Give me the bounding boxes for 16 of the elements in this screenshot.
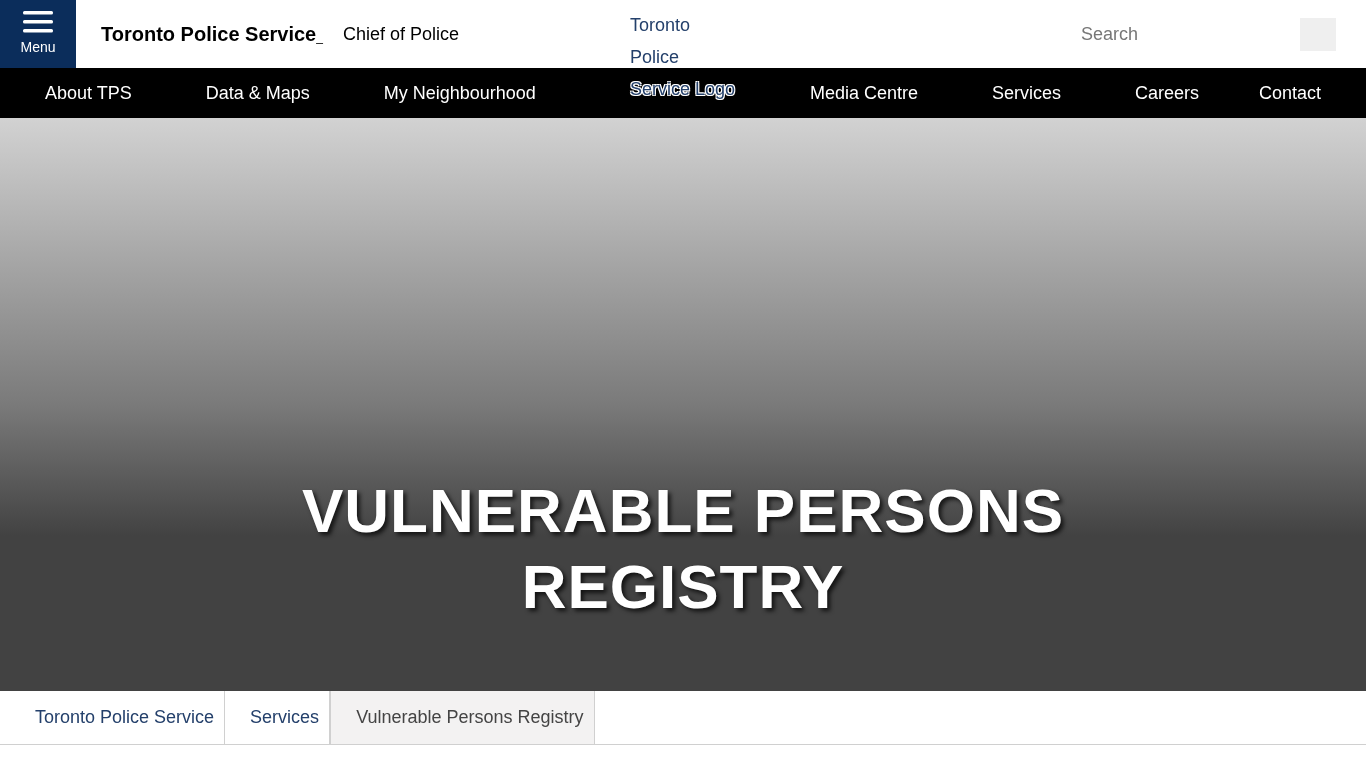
menu-icon bbox=[23, 10, 53, 33]
nav-link[interactable]: Services bbox=[991, 79, 1061, 107]
hero-title: VULNERABLE PERSONS REGISTRY bbox=[300, 475, 1066, 623]
breadcrumb-link[interactable]: Toronto Police Service bbox=[0, 691, 226, 744]
nav-link[interactable]: Data & Maps bbox=[205, 79, 310, 107]
breadcrumb-link[interactable]: Vulnerable Persons Registry bbox=[330, 691, 595, 744]
menu-button[interactable]: Menu bbox=[0, 0, 76, 68]
nav-link[interactable]: Media Centre bbox=[809, 79, 918, 107]
site-title-link[interactable]: Toronto Police Service_ bbox=[101, 19, 323, 49]
nav-link[interactable]: Contact bbox=[1258, 79, 1321, 107]
logo-alt-text[interactable]: Toronto Police Service Logo bbox=[630, 9, 740, 105]
nav-link[interactable]: Careers bbox=[1135, 79, 1199, 107]
search-field[interactable]: Search bbox=[1081, 16, 1281, 52]
nav-link[interactable]: About TPS bbox=[45, 79, 132, 107]
nav-link[interactable]: My Neighbourhood bbox=[383, 79, 536, 107]
site-subtitle: Chief of Police bbox=[342, 22, 459, 46]
